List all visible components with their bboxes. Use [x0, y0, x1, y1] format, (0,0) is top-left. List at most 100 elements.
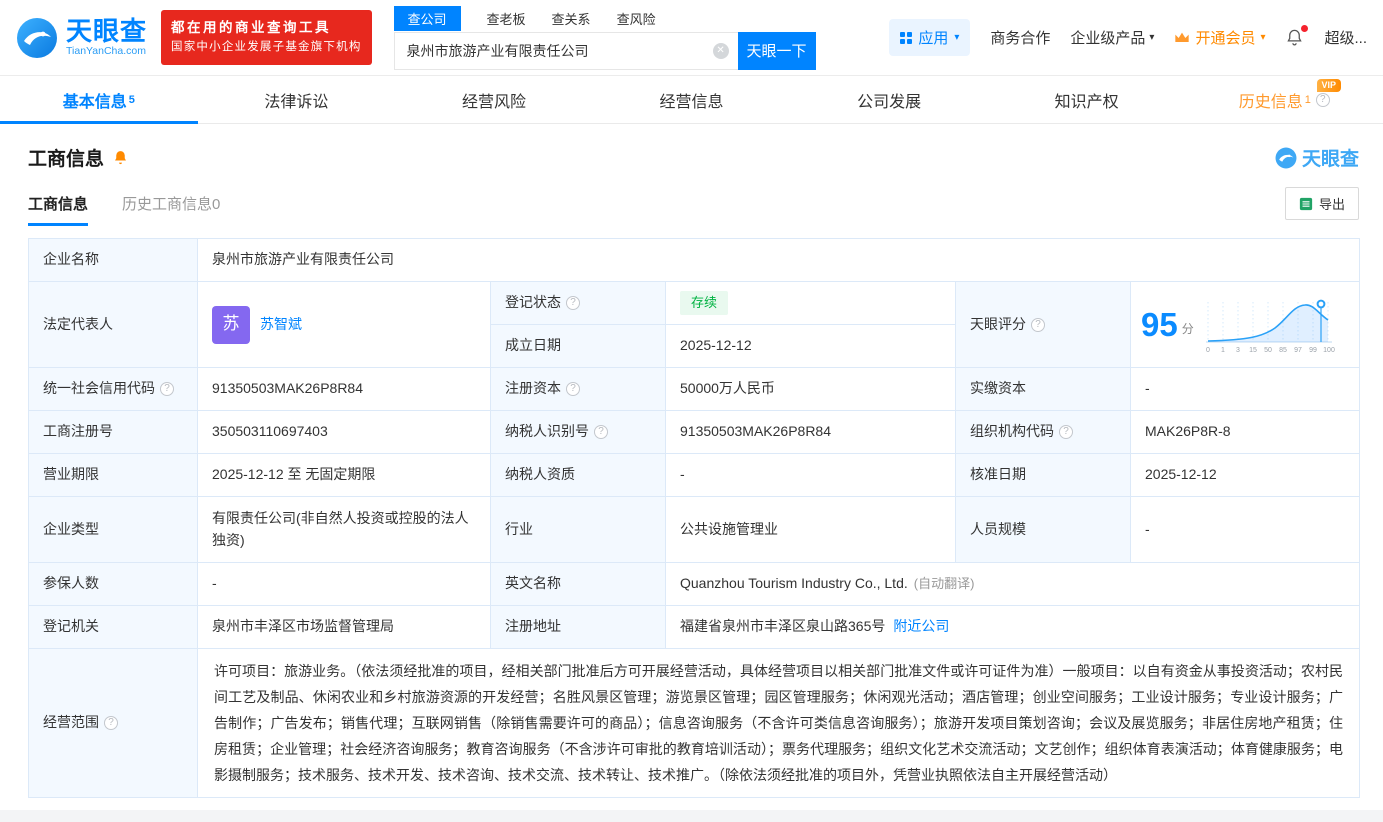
company-type-label: 企业类型 — [43, 520, 99, 537]
search-input[interactable] — [394, 42, 738, 59]
business-term-value: 2025-12-12 至 无固定期限 — [212, 466, 376, 483]
tab-intellectual-property[interactable]: 知识产权 — [988, 76, 1186, 123]
notification-dot — [1301, 25, 1309, 32]
subtab-history-business-info[interactable]: 历史工商信息0 — [122, 193, 220, 226]
tab-operating-info[interactable]: 经营信息 — [593, 76, 791, 123]
table-row: 登记机关 泉州市丰泽区市场监督管理局 注册地址 福建省泉州市丰泽区泉山路365号… — [29, 606, 1359, 649]
search-input-wrap: ✕ — [393, 31, 738, 70]
tianyancha-logo-icon — [1275, 147, 1297, 168]
svg-text:0: 0 — [1206, 347, 1210, 354]
nearby-companies-link[interactable]: 附近公司 — [893, 616, 949, 638]
insured-count-label: 参保人数 — [43, 575, 99, 592]
help-icon[interactable]: ? — [1315, 92, 1330, 107]
svg-text:50: 50 — [1264, 347, 1272, 354]
tab-basic-info[interactable]: 基本信息 5 — [0, 76, 198, 124]
subtab-business-info[interactable]: 工商信息 — [28, 193, 89, 226]
approval-date-value: 2025-12-12 — [1145, 466, 1217, 483]
table-row: 工商注册号 350503110697403 纳税人识别号 ? 91350503M… — [29, 411, 1359, 454]
nav-open-vip[interactable]: 开通会员 ▾ — [1174, 27, 1265, 48]
help-icon[interactable]: ? — [1059, 425, 1073, 439]
table-row: 法定代表人 苏 苏智斌 登记状态 ? 存续 成立日期 2025-12-12 天眼… — [29, 282, 1359, 368]
clear-search-icon[interactable]: ✕ — [712, 42, 729, 59]
org-code-label: 组织机构代码 — [970, 423, 1054, 440]
paid-capital-label: 实缴资本 — [970, 380, 1026, 397]
english-name-value: Quanzhou Tourism Industry Co., Ltd. — [680, 575, 908, 592]
chevron-down-icon: ▾ — [954, 32, 960, 43]
reg-authority-value: 泉州市丰泽区市场监督管理局 — [212, 618, 394, 635]
company-type-value: 有限责任公司(非自然人投资或控股的法人独资) — [212, 509, 469, 548]
table-row: 参保人数 - 英文名称 Quanzhou Tourism Industry Co… — [29, 563, 1359, 606]
svg-text:15: 15 — [1249, 347, 1257, 354]
notifications-bell[interactable] — [1285, 25, 1309, 47]
search-tab-company[interactable]: 查公司 — [393, 6, 461, 31]
taxpayer-id-label: 纳税人识别号 — [505, 423, 589, 440]
tab-history-info[interactable]: VIP 历史信息 1 ? — [1185, 76, 1383, 123]
chevron-down-icon: ▾ — [1260, 32, 1266, 43]
business-scope-value: 许可项目：旅游业务。（依法须经批准的项目，经相关部门批准后方可开展经营活动，具体… — [214, 663, 1343, 783]
company-section-tabs: 基本信息 5 法律诉讼 经营风险 经营信息 公司发展 知识产权 VIP 历史信息 1… — [0, 76, 1383, 124]
legal-rep-link[interactable]: 苏智斌 — [260, 314, 302, 336]
svg-text:3: 3 — [1236, 347, 1240, 354]
subscribe-bell-icon[interactable] — [112, 149, 129, 166]
nav-business-coop[interactable]: 商务合作 — [990, 27, 1050, 48]
table-row: 经营范围 ? 许可项目：旅游业务。（依法须经批准的项目，经相关部门批准后方可开展… — [29, 649, 1359, 797]
tab-operating-risk[interactable]: 经营风险 — [395, 76, 593, 123]
taxpayer-quality-label: 纳税人资质 — [505, 466, 575, 483]
search-tab-boss[interactable]: 查老板 — [487, 9, 526, 28]
score-value: 95 — [1141, 306, 1178, 343]
help-icon[interactable]: ? — [594, 425, 608, 439]
export-button[interactable]: 导出 — [1284, 187, 1359, 220]
tab-company-development[interactable]: 公司发展 — [790, 76, 988, 123]
est-date-value: 2025-12-12 — [680, 337, 752, 354]
table-row: 营业期限 2025-12-12 至 无固定期限 纳税人资质 - 核准日期 202… — [29, 454, 1359, 497]
org-code-value: MAK26P8R-8 — [1145, 423, 1231, 440]
crown-icon — [1175, 32, 1190, 42]
reg-status-label: 登记状态 — [505, 294, 561, 311]
help-icon[interactable]: ? — [104, 716, 118, 730]
company-name-value: 泉州市旅游产业有限责任公司 — [212, 251, 394, 268]
industry-value: 公共设施管理业 — [680, 520, 778, 537]
apps-label: 应用 — [918, 30, 949, 47]
staff-size-value: - — [1145, 520, 1150, 537]
search-type-tabs: 查公司 查老板 查关系 查风险 — [393, 6, 816, 32]
top-right-nav: 应用 ▾ 商务合作 企业级产品 ▾ 开通会员 ▾ 超级... — [889, 19, 1367, 56]
score-label: 天眼评分 — [970, 315, 1026, 332]
search-area: 查公司 查老板 查关系 查风险 ✕ 天眼一下 — [393, 6, 816, 70]
svg-text:99: 99 — [1309, 347, 1317, 354]
chevron-down-icon: ▾ — [1149, 32, 1155, 43]
user-menu[interactable]: 超级... — [1324, 27, 1367, 48]
nav-enterprise-products[interactable]: 企业级产品 ▾ — [1070, 27, 1154, 48]
search-tab-risk[interactable]: 查风险 — [617, 9, 656, 28]
tianyancha-logo[interactable]: 天眼查 TianYanCha.com — [16, 17, 147, 59]
page-bottom-strip — [0, 810, 1383, 822]
apps-menu[interactable]: 应用 ▾ — [889, 19, 971, 56]
subtab-bar: 工商信息 历史工商信息0 导出 — [0, 171, 1383, 226]
promo-banner: 都在用的商业查询工具 国家中小企业发展子基金旗下机构 — [161, 10, 372, 65]
tab-basic-badge: 5 — [128, 93, 135, 106]
svg-text:97: 97 — [1294, 347, 1302, 354]
legal-rep-avatar[interactable]: 苏 — [212, 305, 250, 344]
score-unit: 分 — [1181, 322, 1194, 337]
help-icon[interactable]: ? — [160, 382, 174, 396]
help-icon[interactable]: ? — [566, 382, 580, 396]
reg-number-label: 工商注册号 — [43, 423, 113, 440]
tab-legal-proceedings[interactable]: 法律诉讼 — [198, 76, 396, 123]
table-row: 企业类型 有限责任公司(非自然人投资或控股的法人独资) 行业 公共设施管理业 人… — [29, 497, 1359, 563]
staff-size-label: 人员规模 — [970, 520, 1026, 537]
section-title: 工商信息 — [28, 149, 105, 170]
svg-text:100: 100 — [1323, 347, 1335, 354]
company-name-label: 企业名称 — [43, 251, 99, 268]
est-date-label: 成立日期 — [505, 337, 561, 354]
industry-label: 行业 — [505, 520, 533, 537]
search-tab-relation[interactable]: 查关系 — [552, 9, 591, 28]
taxpayer-id-value: 91350503MAK26P8R84 — [680, 423, 832, 440]
business-term-label: 营业期限 — [43, 466, 99, 483]
apps-grid-icon — [900, 31, 913, 44]
business-scope-label: 经营范围 — [43, 714, 99, 731]
search-button[interactable]: 天眼一下 — [737, 31, 816, 70]
reg-capital-label: 注册资本 — [505, 380, 561, 397]
help-icon[interactable]: ? — [566, 296, 580, 310]
credit-code-label: 统一社会信用代码 — [43, 380, 155, 397]
auto-translate-note: (自动翻译) — [913, 575, 975, 591]
help-icon[interactable]: ? — [1031, 317, 1045, 332]
